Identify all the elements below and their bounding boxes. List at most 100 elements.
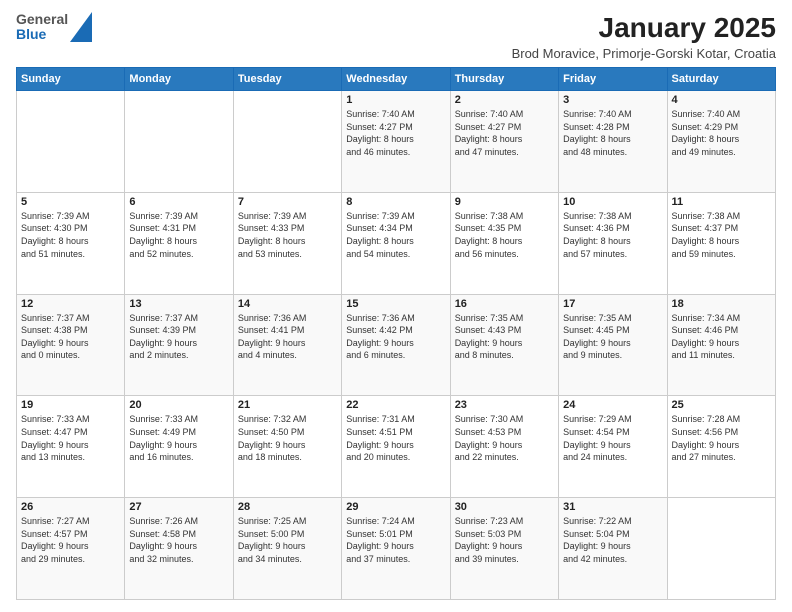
day-number: 16 <box>455 298 554 310</box>
day-number: 30 <box>455 501 554 513</box>
day-number: 5 <box>21 196 120 208</box>
day-info: Sunrise: 7:36 AM Sunset: 4:41 PM Dayligh… <box>238 312 337 362</box>
day-number: 14 <box>238 298 337 310</box>
day-info: Sunrise: 7:38 AM Sunset: 4:37 PM Dayligh… <box>672 210 771 260</box>
day-info: Sunrise: 7:39 AM Sunset: 4:33 PM Dayligh… <box>238 210 337 260</box>
day-number: 18 <box>672 298 771 310</box>
day-cell: 28Sunrise: 7:25 AM Sunset: 5:00 PM Dayli… <box>233 498 341 600</box>
day-info: Sunrise: 7:22 AM Sunset: 5:04 PM Dayligh… <box>563 515 662 565</box>
day-info: Sunrise: 7:37 AM Sunset: 4:38 PM Dayligh… <box>21 312 120 362</box>
day-info: Sunrise: 7:24 AM Sunset: 5:01 PM Dayligh… <box>346 515 445 565</box>
day-cell: 15 Sunrise: 7:36 AM Sunset: 4:42 PM Dayli… <box>342 294 450 396</box>
day-info: Sunrise: 7:36 AM Sunset: 4:42 PM Dayligh… <box>346 312 445 362</box>
day-info: Sunrise: 7:26 AM Sunset: 4:58 PM Dayligh… <box>129 515 228 565</box>
day-info: Sunrise: 7:32 AM Sunset: 4:50 PM Dayligh… <box>238 413 337 463</box>
col-saturday: Saturday <box>667 68 775 91</box>
day-cell: 25Sunrise: 7:28 AM Sunset: 4:56 PM Dayli… <box>667 396 775 498</box>
day-cell <box>233 91 341 193</box>
day-cell: 10 Sunrise: 7:38 AM Sunset: 4:36 PM Dayli… <box>559 192 667 294</box>
day-cell: 3Sunrise: 7:40 AM Sunset: 4:28 PM Daylig… <box>559 91 667 193</box>
day-cell: 5 Sunrise: 7:39 AM Sunset: 4:30 PM Daylig… <box>17 192 125 294</box>
day-cell: 30 Sunrise: 7:23 AM Sunset: 5:03 PM Dayli… <box>450 498 558 600</box>
week-row-2: 5 Sunrise: 7:39 AM Sunset: 4:30 PM Daylig… <box>17 192 776 294</box>
header-row: Sunday Monday Tuesday Wednesday Thursday… <box>17 68 776 91</box>
col-monday: Monday <box>125 68 233 91</box>
day-number: 4 <box>672 94 771 106</box>
day-info: Sunrise: 7:35 AM Sunset: 4:45 PM Dayligh… <box>563 312 662 362</box>
page: General Blue January 2025 Brod Moravice,… <box>0 0 792 612</box>
day-cell: 14 Sunrise: 7:36 AM Sunset: 4:41 PM Dayli… <box>233 294 341 396</box>
day-number: 9 <box>455 196 554 208</box>
day-number: 15 <box>346 298 445 310</box>
day-cell: 18 Sunrise: 7:34 AM Sunset: 4:46 PM Dayli… <box>667 294 775 396</box>
day-number: 31 <box>563 501 662 513</box>
day-info: Sunrise: 7:33 AM Sunset: 4:49 PM Dayligh… <box>129 413 228 463</box>
day-cell: 26 Sunrise: 7:27 AM Sunset: 4:57 PM Dayli… <box>17 498 125 600</box>
day-cell <box>125 91 233 193</box>
day-number: 26 <box>21 501 120 513</box>
day-number: 11 <box>672 196 771 208</box>
day-info: Sunrise: 7:29 AM Sunset: 4:54 PM Dayligh… <box>563 413 662 463</box>
day-cell: 8Sunrise: 7:39 AM Sunset: 4:34 PM Daylig… <box>342 192 450 294</box>
day-cell <box>17 91 125 193</box>
day-cell: 1 Sunrise: 7:40 AM Sunset: 4:27 PM Daylig… <box>342 91 450 193</box>
day-cell: 4Sunrise: 7:40 AM Sunset: 4:29 PM Daylig… <box>667 91 775 193</box>
day-info: Sunrise: 7:35 AM Sunset: 4:43 PM Dayligh… <box>455 312 554 362</box>
day-info: Sunrise: 7:27 AM Sunset: 4:57 PM Dayligh… <box>21 515 120 565</box>
day-info: Sunrise: 7:38 AM Sunset: 4:35 PM Dayligh… <box>455 210 554 260</box>
col-tuesday: Tuesday <box>233 68 341 91</box>
day-info: Sunrise: 7:34 AM Sunset: 4:46 PM Dayligh… <box>672 312 771 362</box>
day-cell: 12Sunrise: 7:37 AM Sunset: 4:38 PM Dayli… <box>17 294 125 396</box>
day-info: Sunrise: 7:39 AM Sunset: 4:31 PM Dayligh… <box>129 210 228 260</box>
day-cell: 13 Sunrise: 7:37 AM Sunset: 4:39 PM Dayli… <box>125 294 233 396</box>
day-info: Sunrise: 7:40 AM Sunset: 4:27 PM Dayligh… <box>455 108 554 158</box>
day-info: Sunrise: 7:23 AM Sunset: 5:03 PM Dayligh… <box>455 515 554 565</box>
day-cell: 23 Sunrise: 7:30 AM Sunset: 4:53 PM Dayli… <box>450 396 558 498</box>
day-info: Sunrise: 7:40 AM Sunset: 4:27 PM Dayligh… <box>346 108 445 158</box>
logo-general: General <box>16 12 68 27</box>
day-info: Sunrise: 7:31 AM Sunset: 4:51 PM Dayligh… <box>346 413 445 463</box>
day-cell: 29 Sunrise: 7:24 AM Sunset: 5:01 PM Dayli… <box>342 498 450 600</box>
title-section: January 2025 Brod Moravice, Primorje-Gor… <box>512 12 776 61</box>
day-cell: 24Sunrise: 7:29 AM Sunset: 4:54 PM Dayli… <box>559 396 667 498</box>
day-number: 13 <box>129 298 228 310</box>
day-cell: 11 Sunrise: 7:38 AM Sunset: 4:37 PM Dayli… <box>667 192 775 294</box>
logo-icon <box>70 12 92 42</box>
day-cell <box>667 498 775 600</box>
day-cell: 9 Sunrise: 7:38 AM Sunset: 4:35 PM Daylig… <box>450 192 558 294</box>
day-number: 1 <box>346 94 445 106</box>
subtitle: Brod Moravice, Primorje-Gorski Kotar, Cr… <box>512 46 776 61</box>
day-number: 6 <box>129 196 228 208</box>
col-sunday: Sunday <box>17 68 125 91</box>
day-cell: 19Sunrise: 7:33 AM Sunset: 4:47 PM Dayli… <box>17 396 125 498</box>
day-cell: 20Sunrise: 7:33 AM Sunset: 4:49 PM Dayli… <box>125 396 233 498</box>
day-info: Sunrise: 7:38 AM Sunset: 4:36 PM Dayligh… <box>563 210 662 260</box>
main-title: January 2025 <box>512 12 776 44</box>
day-number: 21 <box>238 399 337 411</box>
day-number: 2 <box>455 94 554 106</box>
day-info: Sunrise: 7:40 AM Sunset: 4:28 PM Dayligh… <box>563 108 662 158</box>
day-cell: 2 Sunrise: 7:40 AM Sunset: 4:27 PM Daylig… <box>450 91 558 193</box>
col-friday: Friday <box>559 68 667 91</box>
col-thursday: Thursday <box>450 68 558 91</box>
day-info: Sunrise: 7:39 AM Sunset: 4:34 PM Dayligh… <box>346 210 445 260</box>
col-wednesday: Wednesday <box>342 68 450 91</box>
day-info: Sunrise: 7:30 AM Sunset: 4:53 PM Dayligh… <box>455 413 554 463</box>
day-info: Sunrise: 7:39 AM Sunset: 4:30 PM Dayligh… <box>21 210 120 260</box>
day-cell: 7Sunrise: 7:39 AM Sunset: 4:33 PM Daylig… <box>233 192 341 294</box>
day-cell: 16 Sunrise: 7:35 AM Sunset: 4:43 PM Dayli… <box>450 294 558 396</box>
day-number: 23 <box>455 399 554 411</box>
day-info: Sunrise: 7:37 AM Sunset: 4:39 PM Dayligh… <box>129 312 228 362</box>
day-cell: 22Sunrise: 7:31 AM Sunset: 4:51 PM Dayli… <box>342 396 450 498</box>
day-number: 29 <box>346 501 445 513</box>
logo-blue: Blue <box>16 27 68 42</box>
day-number: 10 <box>563 196 662 208</box>
week-row-3: 12Sunrise: 7:37 AM Sunset: 4:38 PM Dayli… <box>17 294 776 396</box>
day-cell: 17Sunrise: 7:35 AM Sunset: 4:45 PM Dayli… <box>559 294 667 396</box>
day-cell: 21 Sunrise: 7:32 AM Sunset: 4:50 PM Dayli… <box>233 396 341 498</box>
header: General Blue January 2025 Brod Moravice,… <box>16 12 776 61</box>
logo: General Blue <box>16 12 92 43</box>
week-row-5: 26 Sunrise: 7:27 AM Sunset: 4:57 PM Dayli… <box>17 498 776 600</box>
day-number: 25 <box>672 399 771 411</box>
day-number: 28 <box>238 501 337 513</box>
